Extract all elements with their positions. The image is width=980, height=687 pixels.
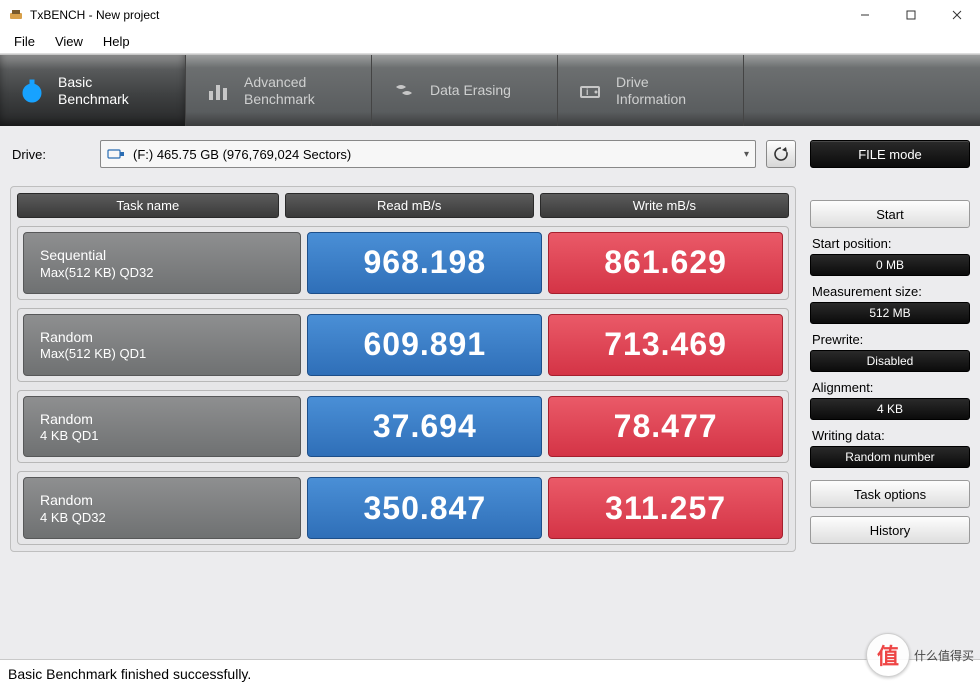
menubar: File View Help	[0, 30, 980, 54]
bar-chart-icon	[204, 77, 232, 105]
menu-view[interactable]: View	[45, 32, 93, 51]
reload-button[interactable]	[766, 140, 796, 168]
measurement-size-label: Measurement size:	[812, 284, 970, 299]
svg-text:i: i	[586, 87, 589, 97]
menu-help[interactable]: Help	[93, 32, 140, 51]
window-title: TxBENCH - New project	[30, 8, 159, 22]
window-controls	[842, 0, 980, 30]
tab-advanced-benchmark[interactable]: Advanced Benchmark	[186, 55, 372, 126]
header-task: Task name	[17, 193, 279, 218]
benchmark-table: Task name Read mB/s Write mB/s Sequentia…	[10, 186, 796, 552]
write-value: 713.469	[548, 314, 783, 376]
tabbar: Basic Benchmark Advanced Benchmark Data …	[0, 54, 980, 126]
watermark: 值 什么值得买	[866, 633, 974, 677]
statusbar: Basic Benchmark finished successfully.	[0, 659, 980, 687]
prewrite-value[interactable]: Disabled	[810, 350, 970, 372]
tab-data-erasing[interactable]: Data Erasing	[372, 55, 558, 126]
titlebar: TxBENCH - New project	[0, 0, 980, 30]
file-mode-button[interactable]: FILE mode	[810, 140, 970, 168]
read-value: 37.694	[307, 396, 542, 458]
erase-icon	[390, 77, 418, 105]
watermark-icon: 值	[866, 633, 910, 677]
drive-info-icon: i	[576, 77, 604, 105]
task-name-cell: Random 4 KB QD32	[23, 477, 301, 539]
drive-select-value: (F:) 465.75 GB (976,769,024 Sectors)	[133, 147, 351, 162]
read-value: 968.198	[307, 232, 542, 294]
watermark-text: 什么值得买	[914, 647, 974, 664]
tab-label: Drive Information	[616, 74, 686, 108]
start-button[interactable]: Start	[810, 200, 970, 228]
table-row: Random Max(512 KB) QD1 609.891 713.469	[17, 308, 789, 382]
start-position-value[interactable]: 0 MB	[810, 254, 970, 276]
side-panel: FILE mode Start Start position: 0 MB Mea…	[810, 140, 970, 647]
main-panel: Drive: (F:) 465.75 GB (976,769,024 Secto…	[10, 140, 796, 647]
drive-select[interactable]: (F:) 465.75 GB (976,769,024 Sectors) ▾	[100, 140, 756, 168]
table-row: Sequential Max(512 KB) QD32 968.198 861.…	[17, 226, 789, 300]
drive-icon	[107, 147, 125, 161]
body-area: Drive: (F:) 465.75 GB (976,769,024 Secto…	[0, 126, 980, 659]
read-value: 350.847	[307, 477, 542, 539]
tab-basic-benchmark[interactable]: Basic Benchmark	[0, 55, 186, 126]
measurement-size-value[interactable]: 512 MB	[810, 302, 970, 324]
task-name-cell: Sequential Max(512 KB) QD32	[23, 232, 301, 294]
maximize-button[interactable]	[888, 0, 934, 30]
table-header: Task name Read mB/s Write mB/s	[17, 193, 789, 218]
drive-row: Drive: (F:) 465.75 GB (976,769,024 Secto…	[10, 140, 796, 168]
write-value: 311.257	[548, 477, 783, 539]
tab-label: Advanced Benchmark	[244, 74, 315, 108]
drive-label: Drive:	[10, 147, 90, 162]
task-name-cell: Random 4 KB QD1	[23, 396, 301, 458]
status-text: Basic Benchmark finished successfully.	[8, 666, 251, 682]
stopwatch-icon	[18, 77, 46, 105]
read-value: 609.891	[307, 314, 542, 376]
tab-label: Basic Benchmark	[58, 74, 129, 108]
alignment-value[interactable]: 4 KB	[810, 398, 970, 420]
start-position-label: Start position:	[812, 236, 970, 251]
table-row: Random 4 KB QD1 37.694 78.477	[17, 390, 789, 464]
prewrite-label: Prewrite:	[812, 332, 970, 347]
alignment-label: Alignment:	[812, 380, 970, 395]
writing-data-value[interactable]: Random number	[810, 446, 970, 468]
task-options-button[interactable]: Task options	[810, 480, 970, 508]
table-row: Random 4 KB QD32 350.847 311.257	[17, 471, 789, 545]
menu-file[interactable]: File	[4, 32, 45, 51]
history-button[interactable]: History	[810, 516, 970, 544]
write-value: 78.477	[548, 396, 783, 458]
reload-icon	[772, 145, 790, 163]
header-write: Write mB/s	[540, 193, 789, 218]
task-name-cell: Random Max(512 KB) QD1	[23, 314, 301, 376]
app-icon	[8, 7, 24, 23]
close-button[interactable]	[934, 0, 980, 30]
tab-drive-information[interactable]: i Drive Information	[558, 55, 744, 126]
write-value: 861.629	[548, 232, 783, 294]
chevron-down-icon: ▾	[744, 149, 749, 160]
tab-label: Data Erasing	[430, 82, 511, 99]
header-read: Read mB/s	[285, 193, 534, 218]
minimize-button[interactable]	[842, 0, 888, 30]
writing-data-label: Writing data:	[812, 428, 970, 443]
